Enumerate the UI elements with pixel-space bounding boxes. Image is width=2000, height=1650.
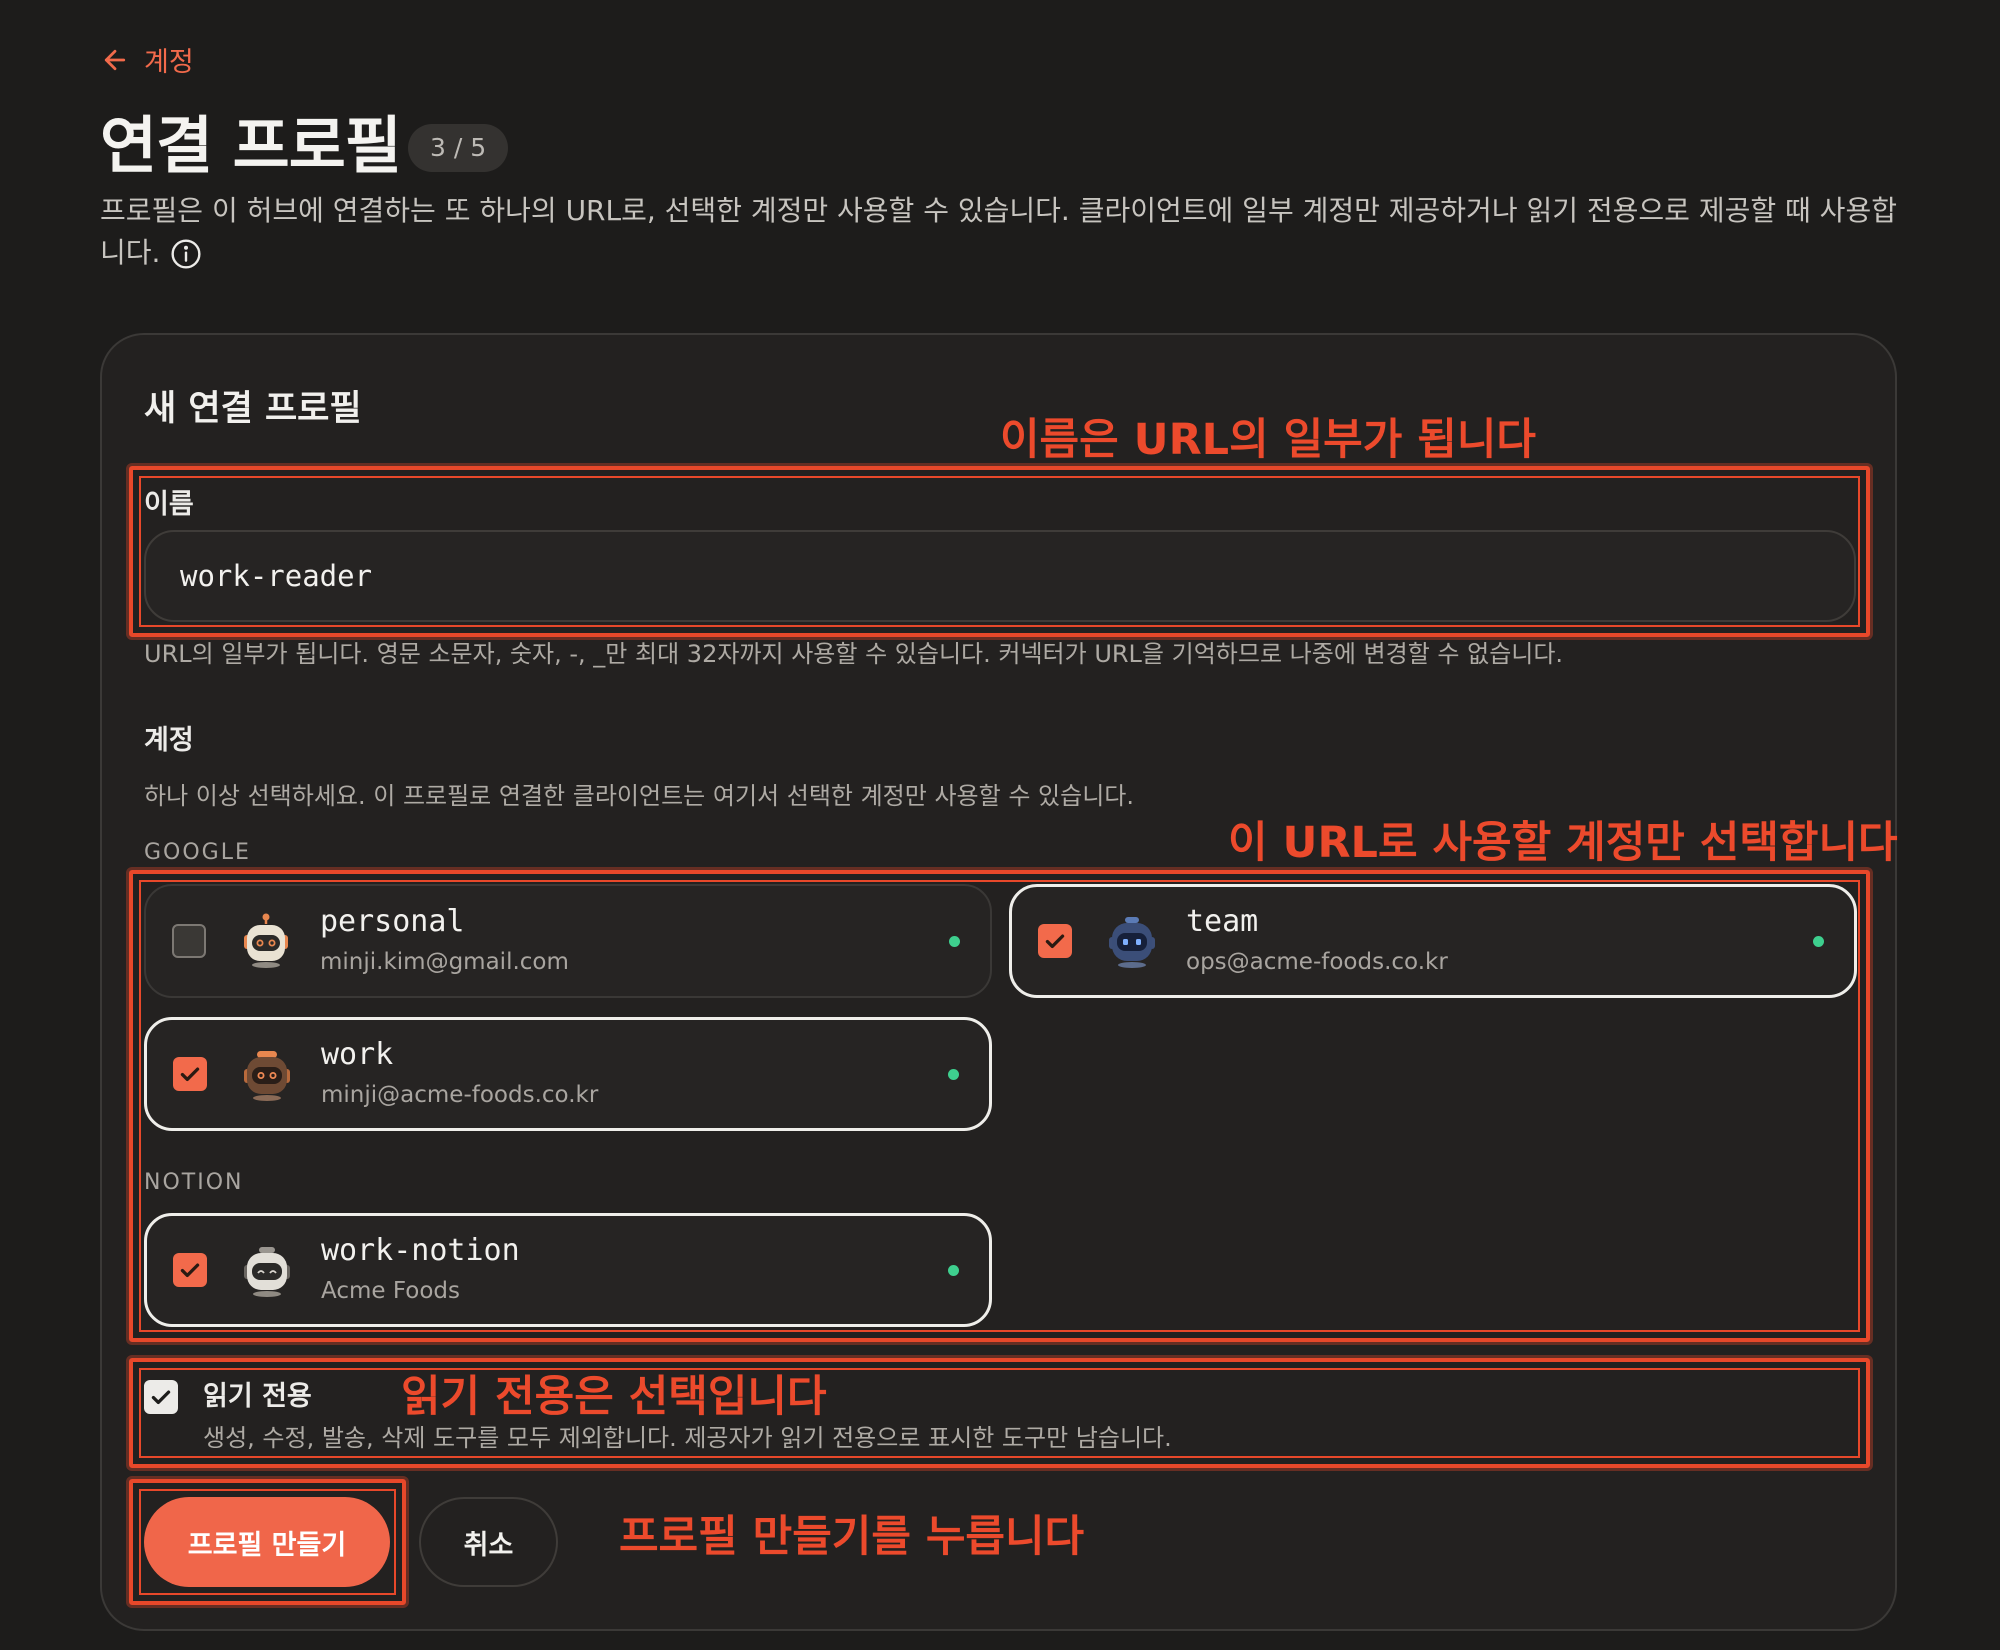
annotation-box-create: [129, 1479, 406, 1605]
cancel-button[interactable]: 취소: [419, 1497, 558, 1587]
page-description: 프로필은 이 허브에 연결하는 또 하나의 URL로, 선택한 계정만 사용할 …: [100, 190, 1900, 274]
annotation-box-read-only: [129, 1358, 1870, 1468]
annotation-box-inner: [139, 880, 1860, 1332]
annotation-box-name: [129, 466, 1870, 637]
back-link[interactable]: 계정: [100, 40, 194, 79]
accounts-help-text: 하나 이상 선택하세요. 이 프로필로 연결한 클라이언트는 여기서 선택한 계…: [144, 782, 1135, 810]
annotation-box-inner: [139, 1368, 1860, 1458]
back-link-label: 계정: [144, 47, 194, 78]
name-help-text: URL의 일부가 됩니다. 영문 소문자, 숫자, -, _만 최대 32자까지…: [144, 640, 1564, 668]
annotation-accounts-text: 이 URL로 사용할 계정만 선택합니다: [1228, 818, 1898, 868]
arrow-left-icon: [104, 49, 126, 70]
accounts-label: 계정: [144, 725, 194, 756]
annotation-name-text: 이름은 URL의 일부가 됩니다: [1000, 415, 1536, 465]
annotation-read-only-text: 읽기 전용은 선택입니다: [401, 1372, 827, 1422]
group-label-google: GOOGLE: [144, 840, 251, 865]
annotation-box-inner: [139, 476, 1860, 627]
profile-count-badge: 3 / 5: [408, 124, 509, 172]
info-icon[interactable]: [170, 238, 202, 270]
annotation-create-text: 프로필 만들기를 누릅니다: [619, 1512, 1085, 1562]
form-title: 새 연결 프로필: [144, 389, 362, 429]
annotation-box-inner: [139, 1489, 396, 1595]
annotation-box-accounts: [129, 870, 1870, 1342]
page-description-text: 프로필은 이 허브에 연결하는 또 하나의 URL로, 선택한 계정만 사용할 …: [100, 194, 1897, 269]
page-title: 연결 프로필: [100, 109, 402, 182]
